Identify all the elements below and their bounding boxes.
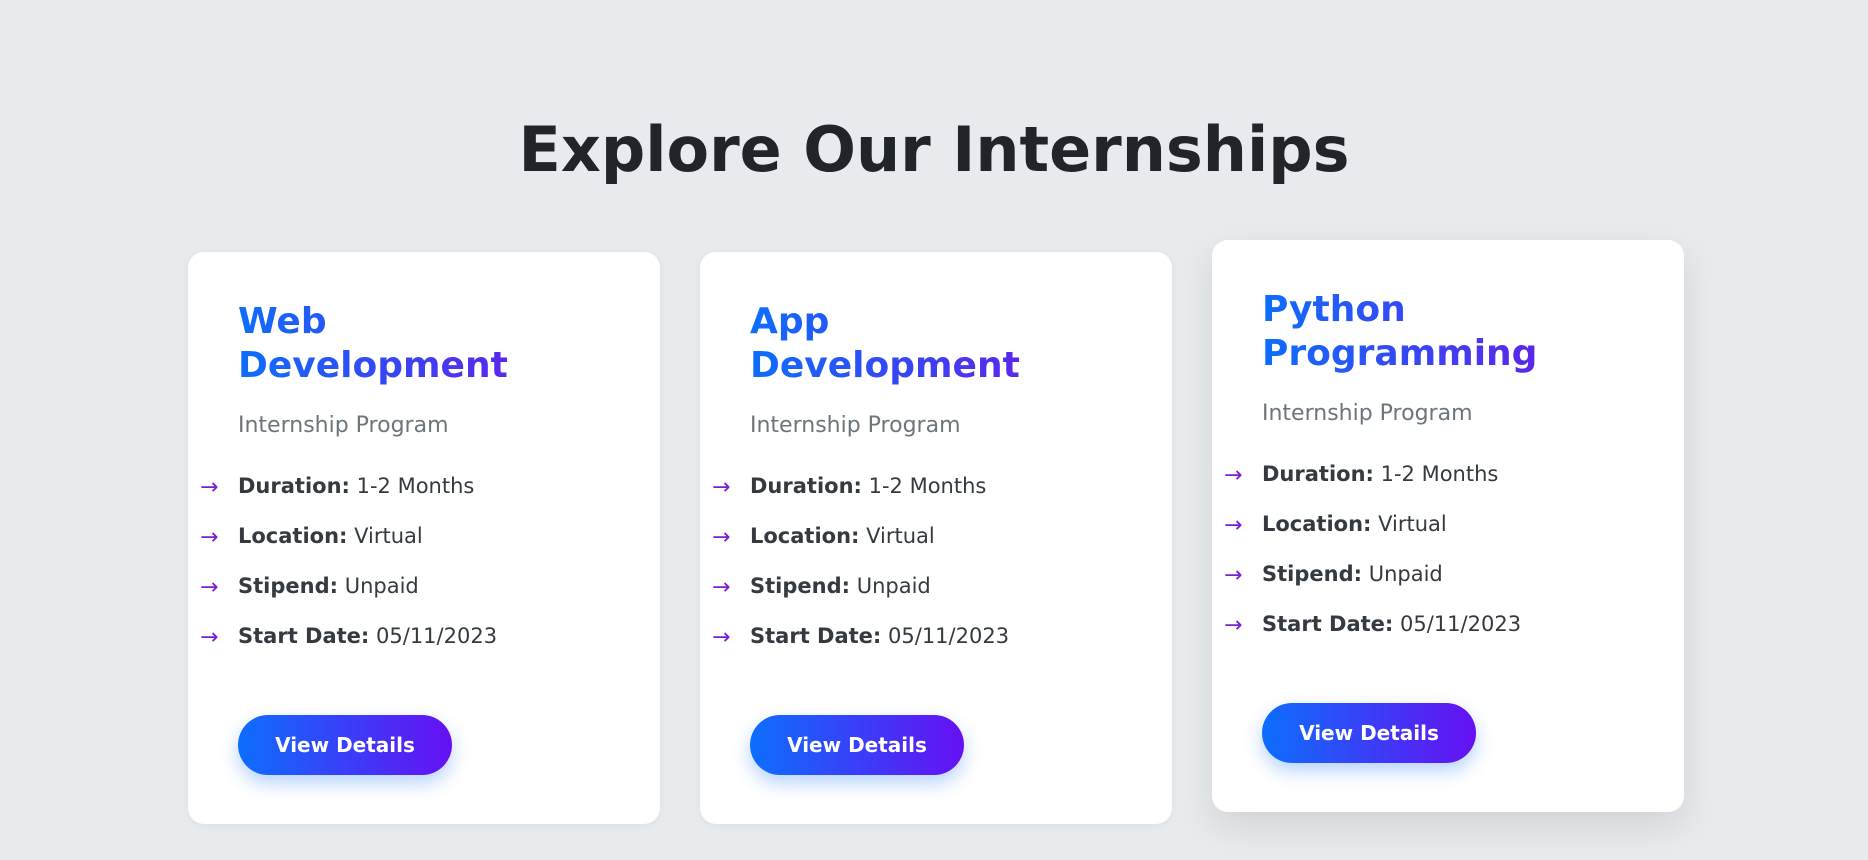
page-title: Explore Our Internships	[518, 113, 1350, 186]
detail-list: → Duration: 1-2 Months → Location: Virtu…	[712, 472, 1142, 650]
detail-value: Unpaid	[1368, 562, 1443, 586]
detail-duration: → Duration: 1-2 Months	[712, 472, 1142, 500]
detail-stipend: → Stipend: Unpaid	[712, 572, 1142, 600]
detail-label: Location:	[238, 524, 348, 548]
detail-value: 05/11/2023	[376, 624, 498, 648]
card-title: Web Development	[238, 300, 568, 388]
detail-value: Virtual	[1378, 512, 1447, 536]
detail-stipend: → Stipend: Unpaid	[200, 572, 630, 600]
detail-value: Unpaid	[344, 574, 419, 598]
detail-duration: → Duration: 1-2 Months	[1224, 460, 1654, 488]
card-title: Python Programming	[1262, 288, 1592, 376]
detail-list: → Duration: 1-2 Months → Location: Virtu…	[1224, 460, 1654, 638]
detail-label: Duration:	[238, 474, 350, 498]
detail-label: Duration:	[1262, 462, 1374, 486]
view-details-button[interactable]: View Details	[750, 715, 964, 775]
detail-label: Stipend:	[750, 574, 851, 598]
right-arrow-icon: →	[712, 625, 731, 650]
detail-value: Virtual	[866, 524, 935, 548]
view-details-button[interactable]: View Details	[238, 715, 452, 775]
view-details-button[interactable]: View Details	[1262, 703, 1476, 763]
right-arrow-icon: →	[200, 525, 219, 550]
card-subtitle: Internship Program	[1262, 401, 1473, 426]
detail-location: → Location: Virtual	[712, 522, 1142, 550]
right-arrow-icon: →	[1224, 463, 1243, 488]
right-arrow-icon: →	[712, 575, 731, 600]
right-arrow-icon: →	[200, 625, 219, 650]
right-arrow-icon: →	[1224, 613, 1243, 638]
detail-label: Start Date:	[1262, 612, 1394, 636]
detail-label: Start Date:	[750, 624, 882, 648]
detail-start-date: → Start Date: 05/11/2023	[712, 622, 1142, 650]
detail-value: 1-2 Months	[356, 474, 475, 498]
card-subtitle: Internship Program	[750, 413, 961, 438]
detail-value: Virtual	[354, 524, 423, 548]
detail-value: Unpaid	[856, 574, 931, 598]
right-arrow-icon: →	[200, 575, 219, 600]
detail-label: Stipend:	[238, 574, 339, 598]
detail-start-date: → Start Date: 05/11/2023	[200, 622, 630, 650]
detail-label: Location:	[1262, 512, 1372, 536]
detail-list: → Duration: 1-2 Months → Location: Virtu…	[200, 472, 630, 650]
detail-label: Duration:	[750, 474, 862, 498]
detail-label: Stipend:	[1262, 562, 1363, 586]
detail-value: 05/11/2023	[888, 624, 1010, 648]
right-arrow-icon: →	[1224, 513, 1243, 538]
detail-label: Location:	[750, 524, 860, 548]
right-arrow-icon: →	[712, 475, 731, 500]
detail-value: 1-2 Months	[868, 474, 987, 498]
detail-location: → Location: Virtual	[1224, 510, 1654, 538]
right-arrow-icon: →	[712, 525, 731, 550]
detail-duration: → Duration: 1-2 Months	[200, 472, 630, 500]
internship-card-web-development: Web Development Internship Program → Dur…	[188, 252, 660, 824]
detail-start-date: → Start Date: 05/11/2023	[1224, 610, 1654, 638]
detail-location: → Location: Virtual	[200, 522, 630, 550]
internship-card-app-development: App Development Internship Program → Dur…	[700, 252, 1172, 824]
internship-card-python-programming: Python Programming Internship Program → …	[1212, 240, 1684, 812]
detail-value: 05/11/2023	[1400, 612, 1522, 636]
detail-stipend: → Stipend: Unpaid	[1224, 560, 1654, 588]
detail-label: Start Date:	[238, 624, 370, 648]
detail-value: 1-2 Months	[1380, 462, 1499, 486]
card-title: App Development	[750, 300, 1080, 388]
right-arrow-icon: →	[200, 475, 219, 500]
right-arrow-icon: →	[1224, 563, 1243, 588]
card-subtitle: Internship Program	[238, 413, 449, 438]
